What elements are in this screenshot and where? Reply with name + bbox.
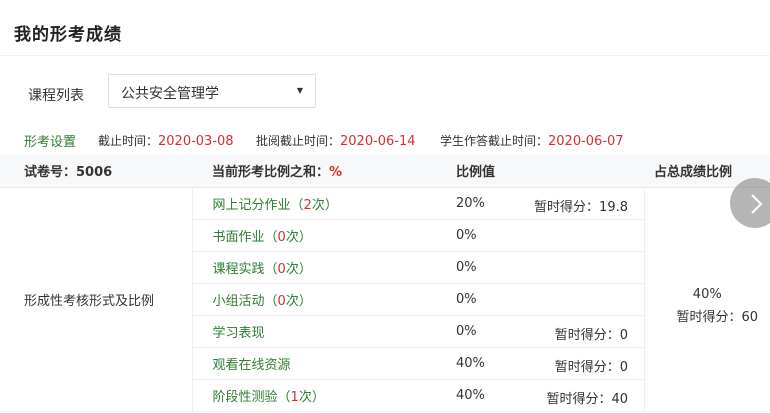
assessment-item-5[interactable]: 观看在线资源	[192, 347, 444, 380]
ratio-value: 0%	[456, 259, 477, 275]
student-deadline-label: 学生作答截止时间：	[440, 134, 549, 148]
chevron-right-icon	[751, 194, 763, 214]
assessment-item-4[interactable]: 学习表现	[192, 315, 444, 348]
review-deadline-date: 2020-06-14	[340, 134, 416, 149]
ratio-value: 0%	[456, 227, 477, 243]
ratio-cell: 40% 暂时得分：0	[444, 347, 644, 380]
item-open: （	[264, 229, 278, 245]
item-unit: 次）	[285, 261, 312, 277]
assessment-item-0[interactable]: 网上记分作业（2次）	[192, 187, 444, 220]
item-unit: 次）	[285, 293, 312, 309]
item-count: 1	[290, 389, 299, 405]
item-count: 2	[303, 197, 312, 213]
course-list-label: 课程列表	[28, 88, 84, 104]
course-selector-row: 课程列表 公共安全管理学 ▼	[0, 66, 770, 118]
ratio-cell: 0%	[444, 283, 644, 316]
header-divider	[0, 55, 770, 56]
temp-score: 暂时得分：0	[554, 359, 628, 375]
review-deadline-item: 批阅截止时间：2020-06-14	[256, 132, 416, 149]
score-table: 试卷号：5006 当前形考比例之和：% 比例值 占总成绩比例 形成性考核形式及比…	[0, 155, 770, 412]
deadline-date: 2020-03-08	[158, 134, 234, 149]
item-name: 课程实践	[212, 261, 265, 277]
item-unit: 次）	[285, 229, 312, 245]
deadline-item: 截止时间：2020-03-08	[98, 132, 234, 149]
deadline-label: 截止时间：	[98, 134, 159, 148]
assessment-item-3[interactable]: 小组活动（0次）	[192, 283, 444, 316]
form-label-cell: 形成性考核形式及比例	[0, 187, 193, 412]
item-name: 阶段性测验	[212, 389, 278, 405]
review-deadline-label: 批阅截止时间：	[256, 134, 341, 148]
ratio-cell: 0%	[444, 219, 644, 252]
item-name: 小组活动	[212, 293, 265, 309]
page-title: 我的形考成绩	[14, 25, 122, 45]
item-open: （	[264, 293, 278, 309]
item-open: （	[264, 261, 278, 277]
item-open: （	[290, 197, 304, 213]
ratio-cell: 20% 暂时得分：19.8	[444, 187, 644, 220]
item-name: 网上记分作业	[212, 197, 291, 213]
item-count: 0	[277, 261, 286, 277]
table-row: 形成性考核形式及比例 网上记分作业（2次） 20% 暂时得分：19.8 40% 暂…	[0, 187, 770, 412]
item-count: 0	[277, 229, 286, 245]
temp-score: 暂时得分：0	[554, 327, 628, 343]
ratio-value: 0%	[456, 291, 477, 307]
item-unit: 次）	[298, 389, 325, 405]
temp-score: 暂时得分：40	[546, 391, 628, 407]
course-select[interactable]: 公共安全管理学 ▼	[108, 74, 316, 108]
course-select-value: 公共安全管理学	[121, 86, 219, 102]
ratio-cell: 0% 暂时得分：0	[444, 315, 644, 348]
total-temp-score: 暂时得分：60	[676, 310, 759, 325]
ratio-sum-value: %	[329, 165, 343, 181]
student-deadline-item: 学生作答截止时间：2020-06-07	[440, 132, 624, 149]
item-count: 0	[277, 293, 286, 309]
paper-number-header: 试卷号：5006	[0, 155, 192, 188]
item-name: 书面作业	[212, 229, 265, 245]
assessment-item-6[interactable]: 阶段性测验（1次）	[192, 379, 444, 412]
table-header-row: 试卷号：5006 当前形考比例之和：% 比例值 占总成绩比例	[0, 155, 770, 188]
caret-down-icon: ▼	[296, 86, 303, 95]
item-open: （	[277, 389, 291, 405]
temp-score: 暂时得分：19.8	[534, 199, 628, 215]
student-deadline-date: 2020-06-07	[548, 134, 624, 149]
ratio-sum-label: 当前形考比例之和：	[212, 165, 330, 181]
ratio-cell: 40% 暂时得分：40	[444, 379, 644, 412]
ratio-header: 比例值	[444, 155, 644, 188]
settings-title: 形考设置	[24, 135, 77, 150]
assessment-item-2[interactable]: 课程实践（0次）	[192, 251, 444, 284]
total-ratio-value: 40%	[692, 287, 722, 302]
ratio-cell: 0%	[444, 251, 644, 284]
assessment-item-1[interactable]: 书面作业（0次）	[192, 219, 444, 252]
ratio-sum-header: 当前形考比例之和：%	[192, 155, 444, 188]
page-header: 我的形考成绩	[0, 0, 770, 56]
item-name: 观看在线资源	[212, 357, 291, 373]
item-name: 学习表现	[212, 325, 265, 341]
exam-settings-row: 形考设置 截止时间：2020-03-08 批阅截止时间：2020-06-14 学…	[0, 128, 770, 150]
item-unit: 次）	[311, 197, 338, 213]
